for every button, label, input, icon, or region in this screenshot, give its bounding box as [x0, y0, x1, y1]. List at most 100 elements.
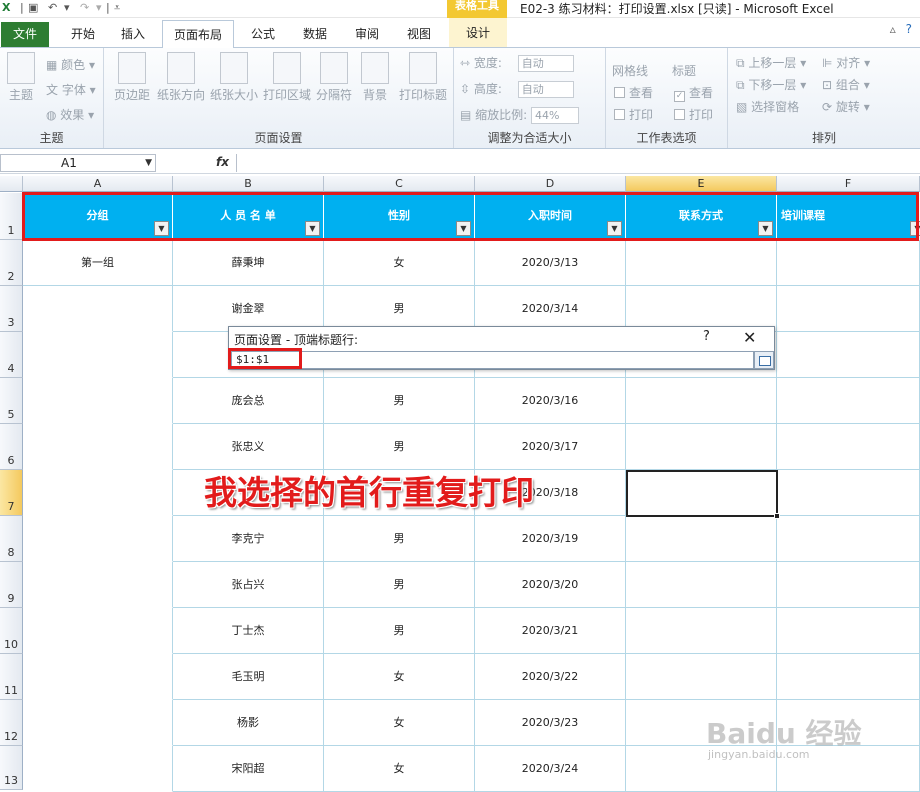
colors-button[interactable]: ▦ 颜色 ▾ — [46, 56, 95, 73]
header-cell-hire-date[interactable]: 入职时间 ▼ — [475, 193, 626, 239]
cell-f7[interactable] — [777, 470, 920, 516]
themes-button[interactable]: 主题 — [4, 52, 38, 103]
group-button[interactable]: ⊡ 组合 ▾ — [822, 76, 870, 93]
cell-e8[interactable] — [626, 516, 777, 562]
undo-dropdown-icon[interactable]: ▾ — [64, 1, 70, 14]
breaks-button[interactable]: 分隔符 — [314, 52, 354, 103]
cell-f5[interactable] — [777, 378, 920, 424]
gridlines-print-checkbox[interactable]: 打印 — [614, 106, 653, 123]
cell-e10[interactable] — [626, 608, 777, 654]
background-button[interactable]: 背景 — [358, 52, 392, 103]
scale-spinner[interactable]: 44% — [531, 107, 580, 124]
cell-b12[interactable]: 杨影 — [173, 700, 324, 746]
row-header-6[interactable]: 6 — [0, 424, 23, 470]
headings-view-checkbox[interactable]: ✓ 查看 — [674, 84, 713, 102]
cell-b8[interactable]: 李克宁 — [173, 516, 324, 562]
row-header-10[interactable]: 10 — [0, 608, 23, 654]
cell-a3[interactable] — [23, 286, 173, 332]
redo-icon[interactable]: ↷ — [80, 1, 89, 14]
column-header-b[interactable]: B — [173, 176, 324, 192]
cell-d11[interactable]: 2020/3/22 — [475, 654, 626, 700]
filter-dropdown-icon[interactable]: ▼ — [456, 221, 471, 236]
header-cell-group[interactable]: 分组 ▼ — [23, 193, 173, 239]
row-header-12[interactable]: 12 — [0, 700, 23, 746]
margins-button[interactable]: 页边距 — [110, 52, 154, 103]
tab-design[interactable]: 设计 — [449, 18, 507, 48]
cell-f2[interactable] — [777, 240, 920, 286]
tab-file[interactable]: 文件 — [1, 22, 49, 47]
filter-dropdown-icon[interactable]: ▼ — [305, 221, 320, 236]
column-header-f[interactable]: F — [777, 176, 920, 192]
tab-view[interactable]: 视图 — [398, 20, 440, 48]
cell-a8[interactable] — [23, 516, 173, 562]
cell-e6[interactable] — [626, 424, 777, 470]
cell-b13[interactable]: 宋阳超 — [173, 746, 324, 792]
title-rows-input[interactable]: $1:$1 — [231, 351, 754, 369]
cell-f10[interactable] — [777, 608, 920, 654]
cell-d2[interactable]: 2020/3/13 — [475, 240, 626, 286]
cell-b9[interactable]: 张占兴 — [173, 562, 324, 608]
cell-b10[interactable]: 丁士杰 — [173, 608, 324, 654]
headings-print-checkbox[interactable]: 打印 — [674, 106, 713, 123]
cell-c13[interactable]: 女 — [324, 746, 475, 792]
cell-f8[interactable] — [777, 516, 920, 562]
cell-b5[interactable]: 庞会总 — [173, 378, 324, 424]
chevron-down-icon[interactable]: ▼ — [145, 155, 152, 171]
cell-d13[interactable]: 2020/3/24 — [475, 746, 626, 792]
cell-d6[interactable]: 2020/3/17 — [475, 424, 626, 470]
expand-dialog-icon[interactable] — [754, 351, 774, 369]
cell-a2[interactable]: 第一组 — [23, 240, 173, 286]
tab-home[interactable]: 开始 — [62, 20, 104, 48]
cell-a6[interactable] — [23, 424, 173, 470]
cell-f4[interactable] — [777, 332, 920, 378]
cell-e9[interactable] — [626, 562, 777, 608]
effects-button[interactable]: ◍ 效果 ▾ — [46, 106, 94, 123]
cell-f6[interactable] — [777, 424, 920, 470]
select-all-corner[interactable] — [0, 176, 23, 192]
align-button[interactable]: ⊫ 对齐 ▾ — [822, 54, 870, 71]
cell-a4[interactable] — [23, 332, 173, 378]
row-header-2[interactable]: 2 — [0, 240, 23, 286]
cell-b11[interactable]: 毛玉明 — [173, 654, 324, 700]
row-header-13[interactable]: 13 — [0, 746, 23, 790]
cell-b6[interactable]: 张忠义 — [173, 424, 324, 470]
cell-d9[interactable]: 2020/3/20 — [475, 562, 626, 608]
print-area-button[interactable]: 打印区域 — [262, 52, 312, 103]
cell-f3[interactable] — [777, 286, 920, 332]
filter-dropdown-icon[interactable]: ▼ — [758, 221, 773, 236]
cell-c10[interactable]: 男 — [324, 608, 475, 654]
active-cell-e7[interactable] — [626, 470, 780, 519]
row-header-8[interactable]: 8 — [0, 516, 23, 562]
name-box[interactable]: A1 ▼ — [0, 154, 156, 172]
cell-c12[interactable]: 女 — [324, 700, 475, 746]
size-button[interactable]: 纸张大小 — [208, 52, 260, 103]
cell-a13[interactable] — [23, 746, 173, 792]
cell-a9[interactable] — [23, 562, 173, 608]
cell-e11[interactable] — [626, 654, 777, 700]
cell-d10[interactable]: 2020/3/21 — [475, 608, 626, 654]
cell-f9[interactable] — [777, 562, 920, 608]
cell-a10[interactable] — [23, 608, 173, 654]
cell-e5[interactable] — [626, 378, 777, 424]
header-cell-contact[interactable]: 联系方式 ▼ — [626, 193, 777, 239]
header-cell-gender[interactable]: 性别 ▼ — [324, 193, 475, 239]
insert-function-icon[interactable]: fx — [216, 155, 229, 169]
cell-c5[interactable]: 男 — [324, 378, 475, 424]
cell-c9[interactable]: 男 — [324, 562, 475, 608]
fill-handle[interactable] — [774, 513, 780, 519]
tab-insert[interactable]: 插入 — [112, 20, 154, 48]
column-header-c[interactable]: C — [324, 176, 475, 192]
redo-dropdown-icon[interactable]: ▾ — [96, 1, 102, 14]
undo-icon[interactable]: ↶ — [48, 1, 57, 14]
row-header-11[interactable]: 11 — [0, 654, 23, 700]
row-header-1[interactable]: 1 — [0, 193, 23, 240]
tab-page-layout[interactable]: 页面布局 — [162, 20, 234, 48]
row-header-3[interactable]: 3 — [0, 286, 23, 332]
cell-b2[interactable]: 薛秉坤 — [173, 240, 324, 286]
cell-a11[interactable] — [23, 654, 173, 700]
column-header-d[interactable]: D — [475, 176, 626, 192]
column-header-e[interactable]: E — [626, 176, 777, 192]
rotate-button[interactable]: ⟳ 旋转 ▾ — [822, 98, 870, 115]
cell-d8[interactable]: 2020/3/19 — [475, 516, 626, 562]
print-titles-button[interactable]: 打印标题 — [396, 52, 450, 103]
